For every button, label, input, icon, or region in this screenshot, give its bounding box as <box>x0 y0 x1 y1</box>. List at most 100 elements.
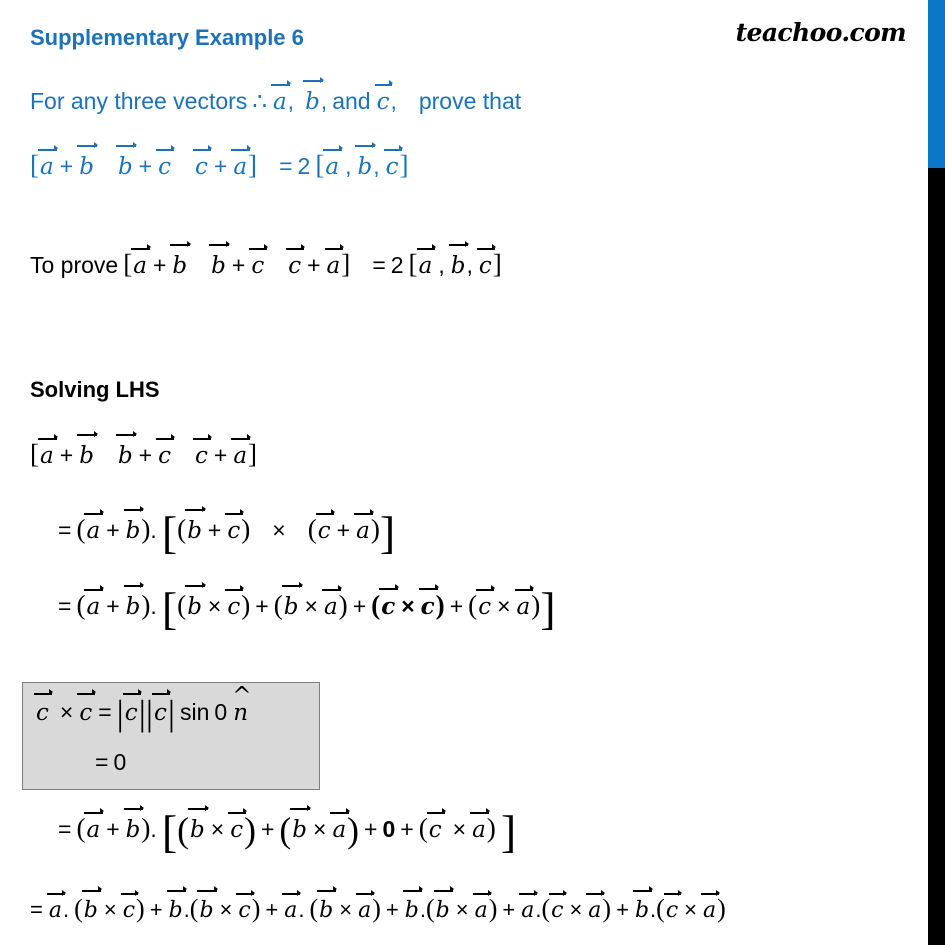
intro-comma-3: , <box>390 88 397 114</box>
step4-plus-3: + <box>385 897 399 922</box>
step2-cross-2: × <box>304 593 318 619</box>
step2-equals: = <box>58 593 72 619</box>
step4-plus-5: + <box>616 897 629 922</box>
vector-a: a <box>270 80 291 115</box>
toprove-t3-op: + <box>307 252 321 278</box>
step3-equals: = <box>58 816 72 842</box>
lhs-expression: [a + b b + c c + a] <box>30 430 257 469</box>
step3-a2: a <box>330 808 350 843</box>
step1-a2: a <box>354 509 374 544</box>
step4-t2-cross: × <box>219 897 233 922</box>
claim-rhs-c: c <box>383 145 403 180</box>
page-title: Supplementary Example 6 <box>30 25 304 50</box>
note-c-right: c <box>77 689 97 726</box>
step4-plus-4: + <box>502 897 516 922</box>
claim-t2-op: + <box>138 153 153 179</box>
claim-t1-left: a <box>38 145 58 180</box>
step2-a: a <box>84 585 104 620</box>
lhs-t1-op: + <box>59 442 74 468</box>
claim-rhs-comma-1: , <box>345 153 352 179</box>
step4-t4-cross: × <box>455 897 469 922</box>
step4-t2-left: b <box>197 886 218 923</box>
teachoo-brand-logo: teachoo.com <box>735 18 907 47</box>
intro-suffix: prove that <box>418 88 522 114</box>
vector-b: b <box>303 76 324 115</box>
step1-b2: b <box>185 505 206 544</box>
step2-c-bold-1: c <box>379 584 400 620</box>
step4-t1-right: c <box>120 889 140 923</box>
step4-t3-right: a <box>356 889 376 923</box>
derivation-step-3: = (a + b). [(b × c) + (b × a) +0 + (c × a)] <box>58 804 517 858</box>
toprove-t2-left: b <box>209 240 230 279</box>
step3-plus-0: + <box>106 816 120 842</box>
step2-plus-0: + <box>106 593 120 619</box>
toprove-rhs-comma-2: , <box>466 252 473 278</box>
step2-cross-3: × <box>401 593 415 619</box>
step4-t1-cross: × <box>103 897 117 922</box>
toprove-equals: = <box>372 252 386 278</box>
step1-b: b <box>123 505 145 544</box>
step1-equals: = <box>58 517 72 543</box>
note-mag-c-2: c <box>151 689 171 726</box>
claim-t3-left: c <box>193 145 212 180</box>
toprove-rhs-c: c <box>476 244 496 279</box>
step3-a3: a <box>470 808 490 843</box>
intro-comma-2: , <box>320 88 328 114</box>
right-edge-blue-bar <box>928 0 945 168</box>
claim-t2-right: c <box>156 145 175 180</box>
step2-big-close-bracket: ] <box>540 583 556 635</box>
step2-a3: a <box>514 585 534 620</box>
lhs-t2-left: b <box>115 430 137 469</box>
note-n-hat: n <box>232 683 249 726</box>
step4-t6-cross: × <box>684 897 697 922</box>
toprove-close-bracket: ] <box>341 249 351 279</box>
claim-open-bracket: [ <box>30 150 40 180</box>
intro-and: and <box>332 88 371 114</box>
step4-plus-2: + <box>265 897 279 922</box>
step3-big-open-bracket: [ <box>161 806 178 858</box>
step4-t1-dot: . <box>62 897 70 922</box>
step2-plus-3: + <box>449 593 464 619</box>
step3-plus-2: + <box>364 816 378 842</box>
lhs-t1-left: a <box>38 434 58 469</box>
to-prove-equation: To prove [a + b b + c c + a] = 2 [a, b, c] <box>30 240 502 279</box>
toprove-t3-left: c <box>286 244 305 279</box>
step4-t2-right: c <box>236 889 256 923</box>
claim-equals: = <box>279 153 293 179</box>
step3-b1: b <box>188 804 209 843</box>
note-line-2: = 0 <box>95 749 126 776</box>
claim-close-bracket: ] <box>248 150 258 180</box>
step3-cross-3: × <box>452 816 467 842</box>
step1-cross: × <box>272 517 286 543</box>
lhs-t3-op: + <box>213 442 228 468</box>
claim-rhs-open-bracket: [ <box>315 150 325 180</box>
note-line2-equals: = <box>95 749 109 775</box>
step4-t3-left: b <box>317 886 338 923</box>
lhs-t2-right: c <box>156 434 175 469</box>
step4-t4-right: a <box>472 889 492 923</box>
lhs-t3-right: a <box>231 434 251 469</box>
lhs-t2-op: + <box>138 442 153 468</box>
right-edge-black-bar <box>928 168 945 945</box>
claim-coefficient: 2 <box>297 153 311 179</box>
toprove-t1-right: b <box>170 240 191 279</box>
step4-t5-cross: × <box>569 897 583 922</box>
derivation-step-4: = a. (b × c) + b.(b × c) + a. (b × a) + b.(b × a) + a.(c × a)… <box>30 886 726 923</box>
toprove-t1-left: a <box>131 244 151 279</box>
step4-t1-left: b <box>81 886 102 923</box>
toprove-t2-right: c <box>249 244 269 279</box>
step4-t5-right: a <box>586 889 606 923</box>
step2-plus-1: + <box>255 593 269 619</box>
step2-c3: c <box>476 585 495 620</box>
therefore-icon: ∴ <box>252 88 267 114</box>
step2-b1: b <box>185 581 206 620</box>
note-sin: sin <box>180 699 210 725</box>
lhs-t1-right: b <box>77 430 98 469</box>
solving-lhs-heading: Solving LHS <box>30 377 160 402</box>
step4-t3-scalar: a <box>282 889 302 923</box>
toprove-rhs-close-bracket: ] <box>492 249 502 279</box>
toprove-t2-op: + <box>231 252 246 278</box>
step4-plus-1: + <box>149 897 163 922</box>
claim-rhs-close-bracket: ] <box>399 150 409 180</box>
step4-t2-scalar: b <box>166 886 187 923</box>
